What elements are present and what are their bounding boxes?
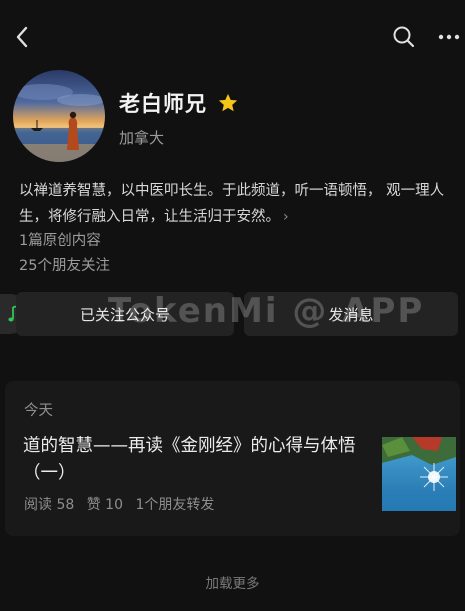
load-more-link[interactable]: 加载更多 (0, 572, 465, 592)
article-thumbnail[interactable] (382, 437, 456, 511)
avatar[interactable] (13, 70, 105, 162)
name-row: 老白师兄 (119, 88, 239, 118)
back-chevron-icon[interactable] (10, 22, 36, 52)
article-card[interactable]: 今天 道的智慧——再读《金刚经》的心得与体悟（一） 阅读 58 赞 10 1个朋… (5, 381, 460, 536)
thumbnail-image (382, 437, 456, 511)
more-dots-icon[interactable] (436, 24, 462, 50)
avatar-sunset-image (13, 70, 105, 162)
star-icon (218, 93, 238, 112)
watermark: TokenMi @ APP (108, 291, 425, 331)
original-count[interactable]: 1篇原创内容 (19, 229, 101, 250)
read-count: 阅读 58 (24, 497, 75, 513)
top-bar (0, 0, 465, 72)
share-count: 1个朋友转发 (135, 497, 215, 513)
article-meta: 阅读 58 赞 10 1个朋友转发 (24, 494, 222, 514)
article-title[interactable]: 道的智慧——再读《金刚经》的心得与体悟（一） (23, 433, 365, 487)
date-label: 今天 (24, 403, 53, 419)
like-count: 赞 10 (86, 497, 123, 513)
account-bio[interactable]: 以禅道养智慧，以中医叩长生。于此频道，听一语顿悟， 观一理人生，将修行融入日常，… (19, 178, 459, 230)
search-icon[interactable] (391, 24, 417, 50)
bio-text: 以禅道养智慧，以中医叩长生。于此频道，听一语顿悟， 观一理人生，将修行融入日常，… (19, 183, 445, 225)
account-name: 老白师兄 (119, 92, 207, 116)
chevron-right-icon: › (283, 209, 289, 225)
friends-following[interactable]: 25个朋友关注 (19, 254, 110, 275)
account-location: 加拿大 (119, 129, 165, 147)
